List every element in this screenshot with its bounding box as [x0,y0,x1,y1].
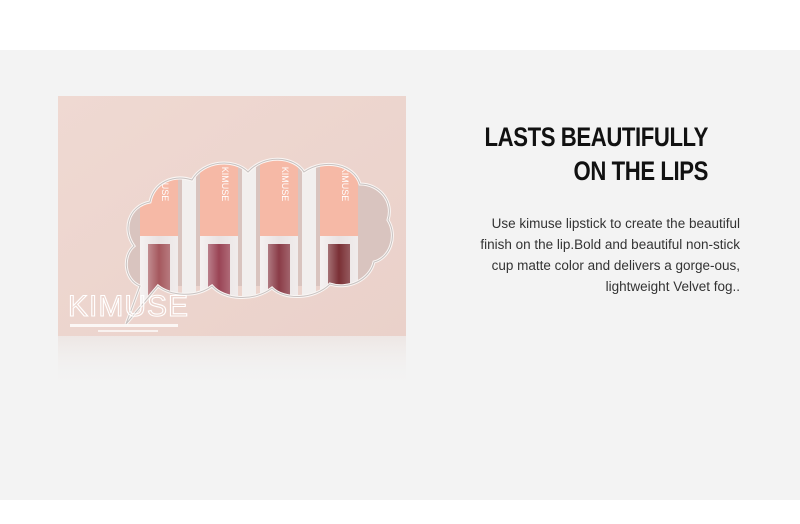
lipstick-cap-label: KIMUSE [280,167,290,202]
box-subtext-line-2 [98,330,158,332]
lipstick-cap-label: KIMUSE [220,167,230,202]
lipstick-cap-label: KIMUSE [340,167,350,202]
description-line-2: finish on the lip.Bold and beautiful non… [480,237,740,252]
box-subtext-line [70,324,178,327]
headline-line-2: ON THE LIPS [573,156,709,186]
lipstick-box-image: KIMUSE KIMUSE KIMUSE KIMUSE KIMUSE [58,96,406,388]
headline: LASTS BEAUTIFULLY ON THE LIPS [446,120,709,188]
description-line-3: cup matte color and delivers a gorge-ous… [491,258,740,273]
description-line-1: Use kimuse lipstick to create the beauti… [491,216,740,231]
description-line-4: lightweight Velvet fog.. [605,279,740,294]
headline-line-1: LASTS BEAUTIFULLY [484,122,709,152]
brand-logo: KIMUSE [68,290,189,323]
box-reflection [58,336,406,388]
lipstick-box-illustration: KIMUSE KIMUSE KIMUSE KIMUSE KIMUSE [58,96,406,388]
product-description: Use kimuse lipstick to create the beauti… [420,213,740,297]
